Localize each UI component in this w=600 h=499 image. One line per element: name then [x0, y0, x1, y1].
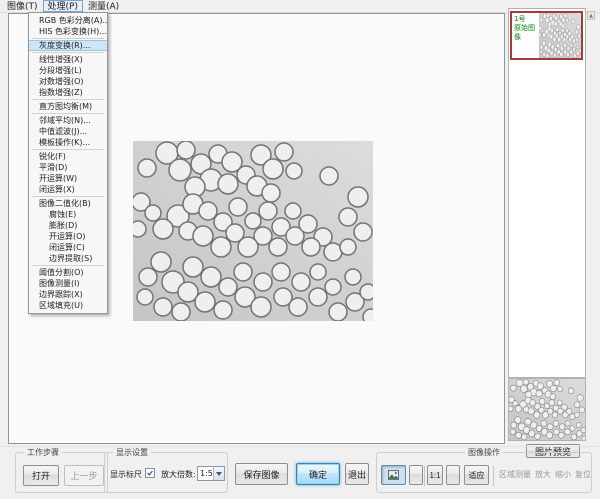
image-list[interactable]: 1号 原始图像 ▲: [508, 8, 586, 378]
display-settings-group: 显示设置 显示标尺 放大倍数: 1:5: [104, 452, 228, 493]
dropdown-menu-item[interactable]: 膨胀(D): [29, 220, 107, 231]
workflow-group-title: 工作步骤: [24, 447, 62, 458]
grid-tool-button[interactable]: [409, 465, 423, 485]
menu-item[interactable]: 图像(T): [2, 0, 43, 12]
zoom-factor-select[interactable]: 1:5: [197, 466, 225, 481]
menu-separator: [32, 52, 104, 53]
dropdown-menu-item[interactable]: 开运算(O): [29, 231, 107, 242]
bottom-control-bar: 工作步骤 打开 上一步 显示设置 显示标尺 放大倍数: 1:5 保存图像 确定 …: [0, 446, 600, 499]
dropdown-menu: RGB 色彩分离(A)...HIS 色彩变换(H)... 灰度变换(R)... 线性…: [28, 12, 108, 314]
menu-separator: [32, 265, 104, 266]
dropdown-menu-item[interactable]: 图像测量(I): [29, 278, 107, 289]
display-group-title: 显示设置: [113, 447, 151, 458]
dropdown-menu-item[interactable]: 平滑(D): [29, 162, 107, 173]
image-name-label: 原始图像: [514, 24, 538, 42]
show-ruler-checkbox[interactable]: [145, 468, 155, 478]
micrograph-image[interactable]: [133, 141, 373, 321]
toolbar-divider: [424, 466, 425, 486]
menu-separator: [32, 38, 104, 39]
chevron-down-icon[interactable]: [213, 467, 224, 480]
dropdown-menu-item[interactable]: 分段增强(L): [29, 65, 107, 76]
dropdown-menu-item[interactable]: 开运算(W): [29, 173, 107, 184]
magnifier-tool-button[interactable]: [446, 465, 460, 485]
tools-group-title: 图像操作: [465, 447, 503, 458]
dropdown-menu-item[interactable]: 区域填充(U): [29, 300, 107, 311]
dropdown-menu-item[interactable]: 邻域平均(N)...: [29, 115, 107, 126]
menu-separator: [32, 149, 104, 150]
app-window: 图像(T)处理(P)测量(A) RGB 色彩分离(A)...HIS 色彩变换(H…: [0, 0, 600, 499]
disabled-tool-label: 区域测量: [499, 465, 531, 485]
dropdown-menu-item[interactable]: 中值滤波(J)...: [29, 126, 107, 137]
menu-open[interactable]: 处理(P): [43, 0, 83, 12]
zoom-factor-label: 放大倍数:: [161, 469, 196, 480]
list-scroll-up-icon[interactable]: ▲: [587, 11, 595, 20]
image-list-item-label: 1号 原始图像: [512, 13, 539, 58]
menu-separator: [32, 113, 104, 114]
zoom-factor-value: 1:5: [198, 467, 213, 480]
dropdown-menu-item[interactable]: 闭运算(X): [29, 184, 107, 195]
dropdown-menu-item[interactable]: 边界提取(S): [29, 253, 107, 264]
dropdown-menu-item[interactable]: 腐蚀(E): [29, 209, 107, 220]
save-image-button[interactable]: 保存图像: [235, 463, 288, 485]
open-button[interactable]: 打开: [23, 465, 59, 486]
menu-item[interactable]: 测量(A): [83, 0, 124, 12]
disabled-tool-label: 复位: [575, 465, 591, 485]
dropdown-menu-item[interactable]: HIS 色彩变换(H)...: [29, 26, 107, 37]
dropdown-menu-item[interactable]: 边界跟踪(X): [29, 289, 107, 300]
menu-separator: [32, 99, 104, 100]
actual-size-button[interactable]: 1:1: [427, 465, 443, 485]
fit-view-button[interactable]: 适应: [464, 465, 489, 485]
image-tools-group: 图像操作 1:1适应区域测量放大缩小复位: [376, 452, 592, 493]
exit-button[interactable]: 退出: [345, 463, 369, 485]
dropdown-menu-item[interactable]: 直方图均衡(M): [29, 101, 107, 112]
ok-button[interactable]: 确定: [296, 463, 340, 485]
show-ruler-label: 显示标尺: [110, 469, 142, 480]
disabled-tool-label: 缩小: [555, 465, 571, 485]
image-index-label: 1号: [514, 15, 538, 24]
image-list-item[interactable]: 1号 原始图像: [510, 11, 583, 60]
workflow-group: 工作步骤 打开 上一步: [15, 452, 108, 493]
dropdown-menu-item[interactable]: 灰度变换(R)...: [29, 40, 107, 51]
dropdown-menu-item[interactable]: 锐化(F): [29, 151, 107, 162]
dropdown-menu-item[interactable]: 图像二值化(B): [29, 198, 107, 209]
back-step-button[interactable]: 上一步: [64, 465, 104, 486]
image-tool-button[interactable]: [381, 465, 406, 485]
toolbar-divider: [493, 466, 494, 486]
dropdown-menu-item[interactable]: 对数增强(O): [29, 76, 107, 87]
menu-separator: [32, 196, 104, 197]
dropdown-menu-item[interactable]: 阈值分割(O): [29, 267, 107, 278]
dropdown-menu-item[interactable]: 模板操作(K)...: [29, 137, 107, 148]
dropdown-menu-item[interactable]: 线性增强(X): [29, 54, 107, 65]
dropdown-menu-item[interactable]: 指数增强(Z): [29, 87, 107, 98]
image-icon: [388, 469, 399, 481]
image-thumbnail: [539, 13, 581, 58]
dropdown-menu-item[interactable]: RGB 色彩分离(A)...: [29, 15, 107, 26]
preview-thumbnail: [508, 378, 586, 441]
disabled-tool-label: 放大: [535, 465, 551, 485]
dropdown-menu-item[interactable]: 闭运算(C): [29, 242, 107, 253]
